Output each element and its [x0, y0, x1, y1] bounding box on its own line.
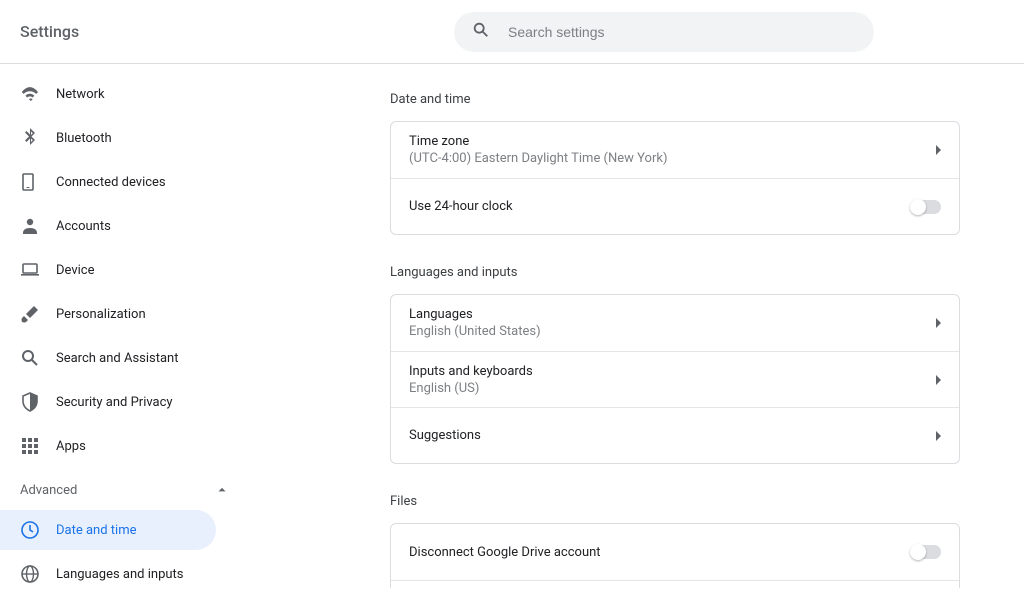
sidebar-item-security-privacy[interactable]: Security and Privacy: [0, 382, 250, 422]
sidebar-item-label: Accounts: [56, 219, 111, 234]
sidebar-section-advanced[interactable]: Advanced: [0, 470, 250, 510]
sidebar-item-label: Device: [56, 263, 95, 278]
toggle-disconnect-drive[interactable]: [911, 545, 941, 559]
sidebar-item-accounts[interactable]: Accounts: [0, 206, 250, 246]
chevron-right-icon: [936, 431, 941, 441]
devices-icon: [20, 172, 40, 192]
row-label: Disconnect Google Drive account: [409, 545, 911, 560]
clock-icon: [20, 520, 40, 540]
app-header: Settings: [0, 0, 1024, 64]
sidebar-item-personalization[interactable]: Personalization: [0, 294, 250, 334]
card-files: Disconnect Google Drive account Network …: [390, 523, 960, 588]
search-input[interactable]: [508, 24, 856, 40]
sidebar-item-connected-devices[interactable]: Connected devices: [0, 162, 250, 202]
advanced-label: Advanced: [20, 483, 77, 498]
sidebar-item-label: Search and Assistant: [56, 351, 179, 366]
sidebar-item-label: Personalization: [56, 307, 146, 322]
row-sublabel: English (United States): [409, 324, 936, 339]
sidebar-item-date-time[interactable]: Date and time: [0, 510, 216, 550]
sidebar-item-search-assistant[interactable]: Search and Assistant: [0, 338, 250, 378]
bluetooth-icon: [20, 128, 40, 148]
card-languages: Languages English (United States) Inputs…: [390, 294, 960, 464]
section-title-date-time: Date and time: [390, 92, 960, 107]
sidebar: Network Bluetooth Connected devices Acco…: [0, 64, 250, 588]
sidebar-item-label: Network: [56, 87, 105, 102]
row-disconnect-drive[interactable]: Disconnect Google Drive account: [391, 524, 959, 580]
row-languages[interactable]: Languages English (United States): [391, 295, 959, 351]
row-inputs-keyboards[interactable]: Inputs and keyboards English (US): [391, 351, 959, 407]
row-label: Suggestions: [409, 428, 936, 443]
sidebar-item-languages-inputs[interactable]: Languages and inputs: [0, 554, 250, 594]
section-title-files: Files: [390, 494, 960, 509]
row-sublabel: English (US): [409, 381, 936, 396]
apps-icon: [20, 436, 40, 456]
row-label: Use 24-hour clock: [409, 199, 911, 214]
search-icon: [472, 21, 490, 43]
chevron-right-icon: [936, 375, 941, 385]
row-label: Time zone: [409, 134, 936, 149]
caret-up-icon: [212, 480, 232, 500]
sidebar-item-label: Connected devices: [56, 175, 166, 190]
chevron-right-icon: [936, 318, 941, 328]
sidebar-item-bluetooth[interactable]: Bluetooth: [0, 118, 250, 158]
globe-icon: [20, 564, 40, 584]
row-24hour-clock[interactable]: Use 24-hour clock: [391, 178, 959, 234]
row-suggestions[interactable]: Suggestions: [391, 407, 959, 463]
row-label: Languages: [409, 307, 936, 322]
search-icon: [20, 348, 40, 368]
search-box[interactable]: [454, 12, 874, 52]
sidebar-item-label: Apps: [56, 439, 86, 454]
row-label: Inputs and keyboards: [409, 364, 936, 379]
chevron-right-icon: [936, 145, 941, 155]
toggle-24hour[interactable]: [911, 200, 941, 214]
page-title: Settings: [20, 22, 79, 41]
row-network-file-shares[interactable]: Network file shares: [391, 580, 959, 588]
settings-content: Date and time Time zone (UTC-4:00) Easte…: [250, 64, 1024, 588]
shield-icon: [20, 392, 40, 412]
sidebar-item-label: Date and time: [56, 523, 137, 538]
sidebar-item-apps[interactable]: Apps: [0, 426, 250, 466]
sidebar-item-label: Languages and inputs: [56, 567, 184, 582]
sidebar-item-device[interactable]: Device: [0, 250, 250, 290]
wifi-icon: [20, 84, 40, 104]
brush-icon: [20, 304, 40, 324]
section-title-languages: Languages and inputs: [390, 265, 960, 280]
person-icon: [20, 216, 40, 236]
sidebar-item-network[interactable]: Network: [0, 74, 250, 114]
laptop-icon: [20, 260, 40, 280]
sidebar-item-label: Security and Privacy: [56, 395, 173, 410]
sidebar-item-label: Bluetooth: [56, 131, 112, 146]
card-date-time: Time zone (UTC-4:00) Eastern Daylight Ti…: [390, 121, 960, 235]
row-time-zone[interactable]: Time zone (UTC-4:00) Eastern Daylight Ti…: [391, 122, 959, 178]
row-sublabel: (UTC-4:00) Eastern Daylight Time (New Yo…: [409, 151, 936, 166]
